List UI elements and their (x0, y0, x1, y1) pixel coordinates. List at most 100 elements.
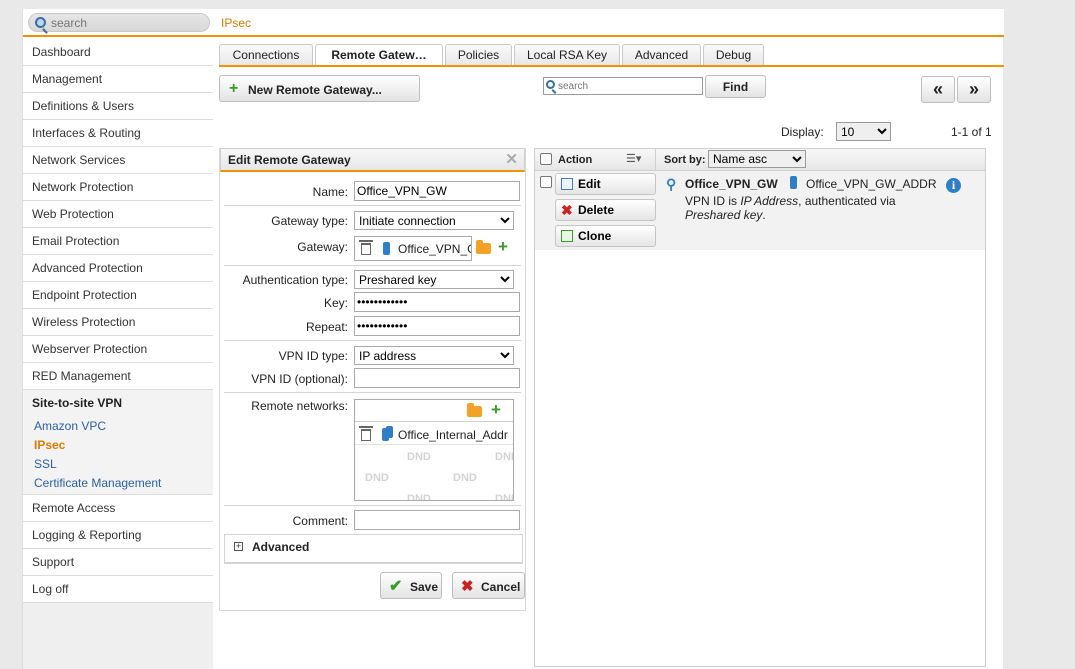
dnd-placeholder: DND (453, 472, 477, 484)
add-plus-icon[interactable]: + (491, 401, 501, 418)
vpn-id-type-select[interactable]: IP address (354, 346, 514, 365)
sidebar-item-support[interactable]: Support (23, 549, 213, 576)
tab-advanced[interactable]: Advanced (622, 44, 701, 66)
add-plus-icon[interactable]: + (498, 238, 508, 255)
sidebar-item-endpoint-protection[interactable]: Endpoint Protection (23, 282, 213, 309)
name-input[interactable] (354, 181, 520, 201)
sidebar-item-remote-access[interactable]: Remote Access (23, 495, 213, 522)
display-label: Display: (781, 125, 824, 139)
page-info: 1-1 of 1 (951, 125, 992, 139)
next-page-button[interactable]: » (957, 76, 991, 103)
divider (655, 149, 656, 170)
key-input[interactable] (354, 292, 520, 312)
global-search-input[interactable] (51, 15, 201, 30)
sidebar-item-webserver-protection[interactable]: Webserver Protection (23, 336, 213, 363)
sidebar-section-site-to-site-vpn[interactable]: Site-to-site VPN (23, 390, 213, 417)
desc-auth: Preshared key (685, 208, 763, 222)
trash-icon[interactable] (359, 426, 373, 441)
desc-end: . (762, 208, 766, 222)
network-object-icon (790, 176, 797, 189)
edit-icon (561, 178, 573, 190)
clone-button[interactable]: Clone (555, 225, 656, 247)
edit-panel-header: Edit Remote Gateway ✕ (220, 148, 525, 172)
divider (224, 265, 521, 266)
info-icon[interactable]: i (946, 178, 961, 193)
close-icon[interactable]: ✕ (505, 149, 518, 171)
sort-label: Sort by: (664, 154, 706, 166)
network-object-icon (386, 426, 393, 438)
remote-networks-box[interactable]: + Office_Internal_Addr DND DND DND DND D… (354, 399, 514, 501)
advanced-section[interactable]: + Advanced (224, 534, 523, 564)
sidebar-item-advanced-protection[interactable]: Advanced Protection (23, 255, 213, 282)
key-label: Key: (323, 296, 348, 310)
clone-label: Clone (578, 229, 612, 243)
repeat-input[interactable] (354, 316, 520, 336)
sidebar-item-interfaces-routing[interactable]: Interfaces & Routing (23, 120, 213, 147)
trash-icon[interactable] (359, 240, 373, 255)
save-label: Save (410, 580, 439, 594)
sidebar-subitem-ipsec[interactable]: IPsec (23, 436, 213, 455)
sidebar-item-log-off[interactable]: Log off (23, 576, 213, 603)
sidebar-item-email-protection[interactable]: Email Protection (23, 228, 213, 255)
gateway-name[interactable]: Office_VPN_GW (685, 177, 778, 191)
authentication-type-select[interactable]: Preshared key (354, 270, 514, 289)
remote-networks-label: Remote networks: (251, 399, 348, 413)
comment-input[interactable] (354, 510, 520, 530)
save-button[interactable]: ✔ Save (380, 572, 442, 599)
tab-connections[interactable]: Connections (219, 44, 313, 66)
sidebar-subitem-certificate-management[interactable]: Certificate Management (23, 474, 213, 493)
list-search-input[interactable] (558, 79, 698, 93)
tab-local-rsa-key[interactable]: Local RSA Key (514, 44, 620, 66)
list-menu-icon[interactable]: ☰▾ (626, 152, 641, 165)
breadcrumb: IPsec (221, 16, 252, 30)
delete-button[interactable]: ✖ Delete (555, 199, 656, 221)
display-select[interactable]: 10 (836, 122, 891, 141)
close-icon: ✖ (461, 578, 474, 595)
sidebar-item-management[interactable]: Management (23, 66, 213, 93)
tab-remote-gateways[interactable]: Remote Gatew… (315, 44, 443, 67)
remote-network-row[interactable]: Office_Internal_Addr (355, 423, 513, 445)
folder-icon[interactable] (476, 240, 491, 254)
row-checkbox[interactable] (540, 176, 552, 188)
sidebar-item-web-protection[interactable]: Web Protection (23, 201, 213, 228)
dnd-placeholder: DND (365, 472, 389, 484)
sidebar-item-definitions-users[interactable]: Definitions & Users (23, 93, 213, 120)
sidebar-item-red-management[interactable]: RED Management (23, 363, 213, 390)
delete-label: Delete (578, 203, 615, 217)
gateway-list-panel: Action ☰▾ Sort by: Name asc Edit ✖ Delet… (534, 148, 986, 667)
tab-debug[interactable]: Debug (703, 44, 764, 66)
gateway-field[interactable]: Office_VPN_GW_ADDR (354, 236, 472, 261)
sort-select[interactable]: Name asc (708, 150, 806, 168)
main-content: Connections Remote Gatew… Policies Local… (213, 39, 1004, 669)
list-search[interactable] (543, 77, 703, 95)
folder-icon[interactable] (467, 403, 482, 417)
sidebar-subitem-ssl[interactable]: SSL (23, 455, 213, 474)
gateway-address[interactable]: Office_VPN_GW_ADDR (806, 177, 936, 191)
app-window: IPsec Dashboard Management Definitions &… (22, 9, 1004, 669)
dnd-placeholder: DND (495, 493, 513, 501)
expand-icon[interactable]: + (234, 542, 243, 551)
tab-policies[interactable]: Policies (445, 44, 512, 66)
vpn-id-input[interactable] (354, 368, 520, 388)
cancel-button[interactable]: ✖ Cancel (452, 572, 525, 599)
edit-panel-title: Edit Remote Gateway (228, 153, 351, 167)
search-icon (35, 17, 46, 28)
previous-page-button[interactable]: « (921, 76, 955, 103)
sidebar-submenu: Amazon VPC IPsec SSL Certificate Managem… (23, 417, 213, 495)
find-button[interactable]: Find (705, 75, 766, 98)
gateway-type-select[interactable]: Initiate connection (354, 211, 514, 230)
sidebar-subitem-amazon-vpc[interactable]: Amazon VPC (23, 417, 213, 436)
global-search[interactable] (28, 13, 210, 32)
sidebar-item-network-services[interactable]: Network Services (23, 147, 213, 174)
sidebar-item-dashboard[interactable]: Dashboard (23, 39, 213, 66)
advanced-label: Advanced (252, 540, 310, 554)
sidebar-item-logging-reporting[interactable]: Logging & Reporting (23, 522, 213, 549)
sidebar-item-network-protection[interactable]: Network Protection (23, 174, 213, 201)
new-remote-gateway-button[interactable]: + New Remote Gateway... (219, 75, 420, 102)
cancel-label: Cancel (481, 580, 521, 594)
sidebar-item-wireless-protection[interactable]: Wireless Protection (23, 309, 213, 336)
close-icon: ✖ (561, 202, 573, 218)
select-all-checkbox[interactable] (540, 153, 552, 165)
edit-button[interactable]: Edit (555, 173, 656, 195)
remote-gateway-icon: ⚲ (666, 176, 677, 192)
